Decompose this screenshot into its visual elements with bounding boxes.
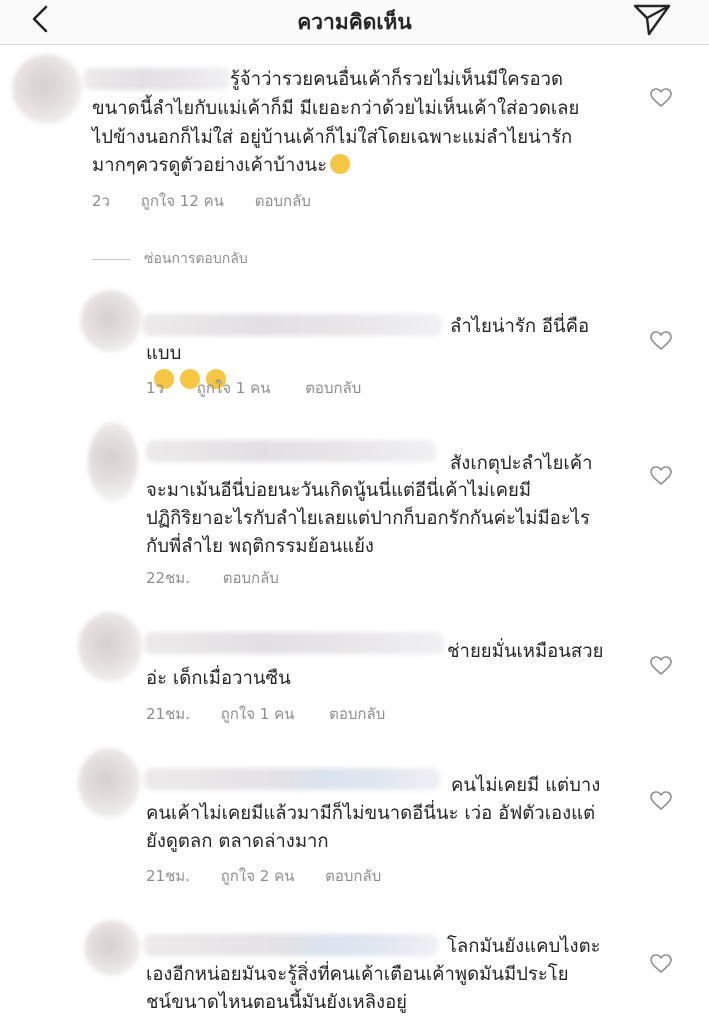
comment-text: เองอีกหน่อยมันจะรู้สิ่งที่คนเค้าเตือนเค้… bbox=[146, 964, 569, 985]
comment-text: สังเกตุปะลำไยเค้า bbox=[450, 453, 593, 474]
comment-time: 22ชม. bbox=[146, 569, 190, 587]
avatar[interactable] bbox=[12, 54, 82, 124]
likes-count[interactable]: ถูกใจ 2 คน bbox=[221, 864, 295, 888]
comment-time: 21ชม. bbox=[146, 867, 190, 885]
comment-text: คนไม่เคยมี แต่บาง bbox=[451, 775, 601, 796]
comment-meta: 1ว ถูกใจ 1 คน ตอบกลับ bbox=[146, 376, 361, 400]
comment-text: ชน์ขนาดไหนตอนนี้มันยังเหลิงอยู่ bbox=[146, 992, 408, 1013]
username-redacted[interactable] bbox=[142, 314, 442, 336]
likes-count[interactable]: ถูกใจ 12 คน bbox=[141, 189, 224, 213]
comment-time: 21ชม. bbox=[146, 705, 190, 723]
heart-icon[interactable] bbox=[650, 791, 672, 811]
top-bar: ความคิดเห็น bbox=[0, 0, 709, 44]
comment-text: ยังดูตลก ตลาดล่างมาก bbox=[146, 831, 329, 852]
relieved-face-emoji bbox=[330, 154, 351, 174]
reply-button[interactable]: ตอบกลับ bbox=[305, 376, 361, 400]
heart-icon[interactable] bbox=[650, 466, 672, 486]
reply-button[interactable]: ตอบกลับ bbox=[329, 702, 385, 726]
paper-plane-icon[interactable] bbox=[632, 3, 672, 37]
hide-replies-label[interactable]: ซ่อนการตอบกลับ bbox=[144, 248, 248, 270]
avatar[interactable] bbox=[78, 748, 140, 818]
comment-text: กับพี่ลำไย พฤติกรรมย้อนแย้ง bbox=[146, 536, 374, 557]
comment-text: โลกมันยังแคบไงตะ bbox=[447, 936, 601, 957]
username-redacted[interactable] bbox=[144, 768, 440, 790]
comment-text: ปฏิกิริยาอะไรกับลำไยเลยแต่ปากก็บอกรักกัน… bbox=[146, 508, 590, 529]
avatar[interactable] bbox=[78, 612, 142, 682]
comment-text: ช่ายยมั่นเหมือนสวย bbox=[447, 641, 604, 662]
comment-text: อ่ะ เด็กเมื่อวานซืน bbox=[146, 668, 291, 689]
comment-text: ไปข้างนอกก็ไม่ใส่ อยู่บ้านเค้าก็ไม่ใส่โด… bbox=[92, 127, 573, 148]
reply-button[interactable]: ตอบกลับ bbox=[325, 864, 381, 888]
comment-text: มากๆควรดูตัวอย่างเค้าบ้างนะ bbox=[92, 152, 351, 179]
username-redacted[interactable] bbox=[146, 440, 436, 462]
username-redacted[interactable] bbox=[84, 68, 230, 90]
comment-meta: 21ชม. ถูกใจ 1 คน ตอบกลับ bbox=[146, 702, 385, 726]
comment-text: ลำไยน่ารัก อีนี่คือ bbox=[450, 316, 590, 337]
heart-icon[interactable] bbox=[650, 88, 672, 108]
comment-text: ขนาดนี้ลำไยกับแม่เค้าก็มี มีเยอะกว่าด้วย… bbox=[92, 98, 580, 119]
reply-button[interactable]: ตอบกลับ bbox=[255, 189, 311, 213]
header-divider bbox=[0, 44, 709, 45]
avatar[interactable] bbox=[88, 422, 138, 502]
likes-count[interactable]: ถูกใจ 1 คน bbox=[197, 376, 271, 400]
comment-text: คนเค้าไม่เคยมีแล้วมามีก็ไม่ขนาดอีนี่นะ เ… bbox=[146, 803, 596, 824]
heart-icon[interactable] bbox=[650, 656, 672, 676]
avatar[interactable] bbox=[80, 290, 142, 352]
username-redacted[interactable] bbox=[144, 632, 444, 654]
page-title: ความคิดเห็น bbox=[297, 10, 412, 34]
divider-line bbox=[92, 258, 130, 260]
username-redacted[interactable] bbox=[144, 934, 438, 956]
heart-icon[interactable] bbox=[650, 331, 672, 351]
comment-time: 2ว bbox=[92, 192, 110, 210]
hide-replies-toggle[interactable]: ซ่อนการตอบกลับ bbox=[92, 248, 248, 270]
comment-text: จะมาเม้นอีนี่บ่อยนะวันเกิดนู้นนี่แต่อีนี… bbox=[146, 480, 532, 501]
comment-meta: 21ชม. ถูกใจ 2 คน ตอบกลับ bbox=[146, 864, 381, 888]
likes-count[interactable]: ถูกใจ 1 คน bbox=[221, 702, 295, 726]
comment-time: 1ว bbox=[146, 379, 164, 397]
avatar[interactable] bbox=[84, 920, 140, 976]
comment-meta: 22ชม. ตอบกลับ bbox=[146, 566, 279, 590]
reply-button[interactable]: ตอบกลับ bbox=[223, 566, 279, 590]
heart-icon[interactable] bbox=[650, 954, 672, 974]
comment-text: รู้จ้าว่ารวยคนอื่นเค้าก็รวยไม่เห็นมีใครอ… bbox=[230, 69, 564, 90]
comment-meta: 2ว ถูกใจ 12 คน ตอบกลับ bbox=[92, 189, 311, 213]
